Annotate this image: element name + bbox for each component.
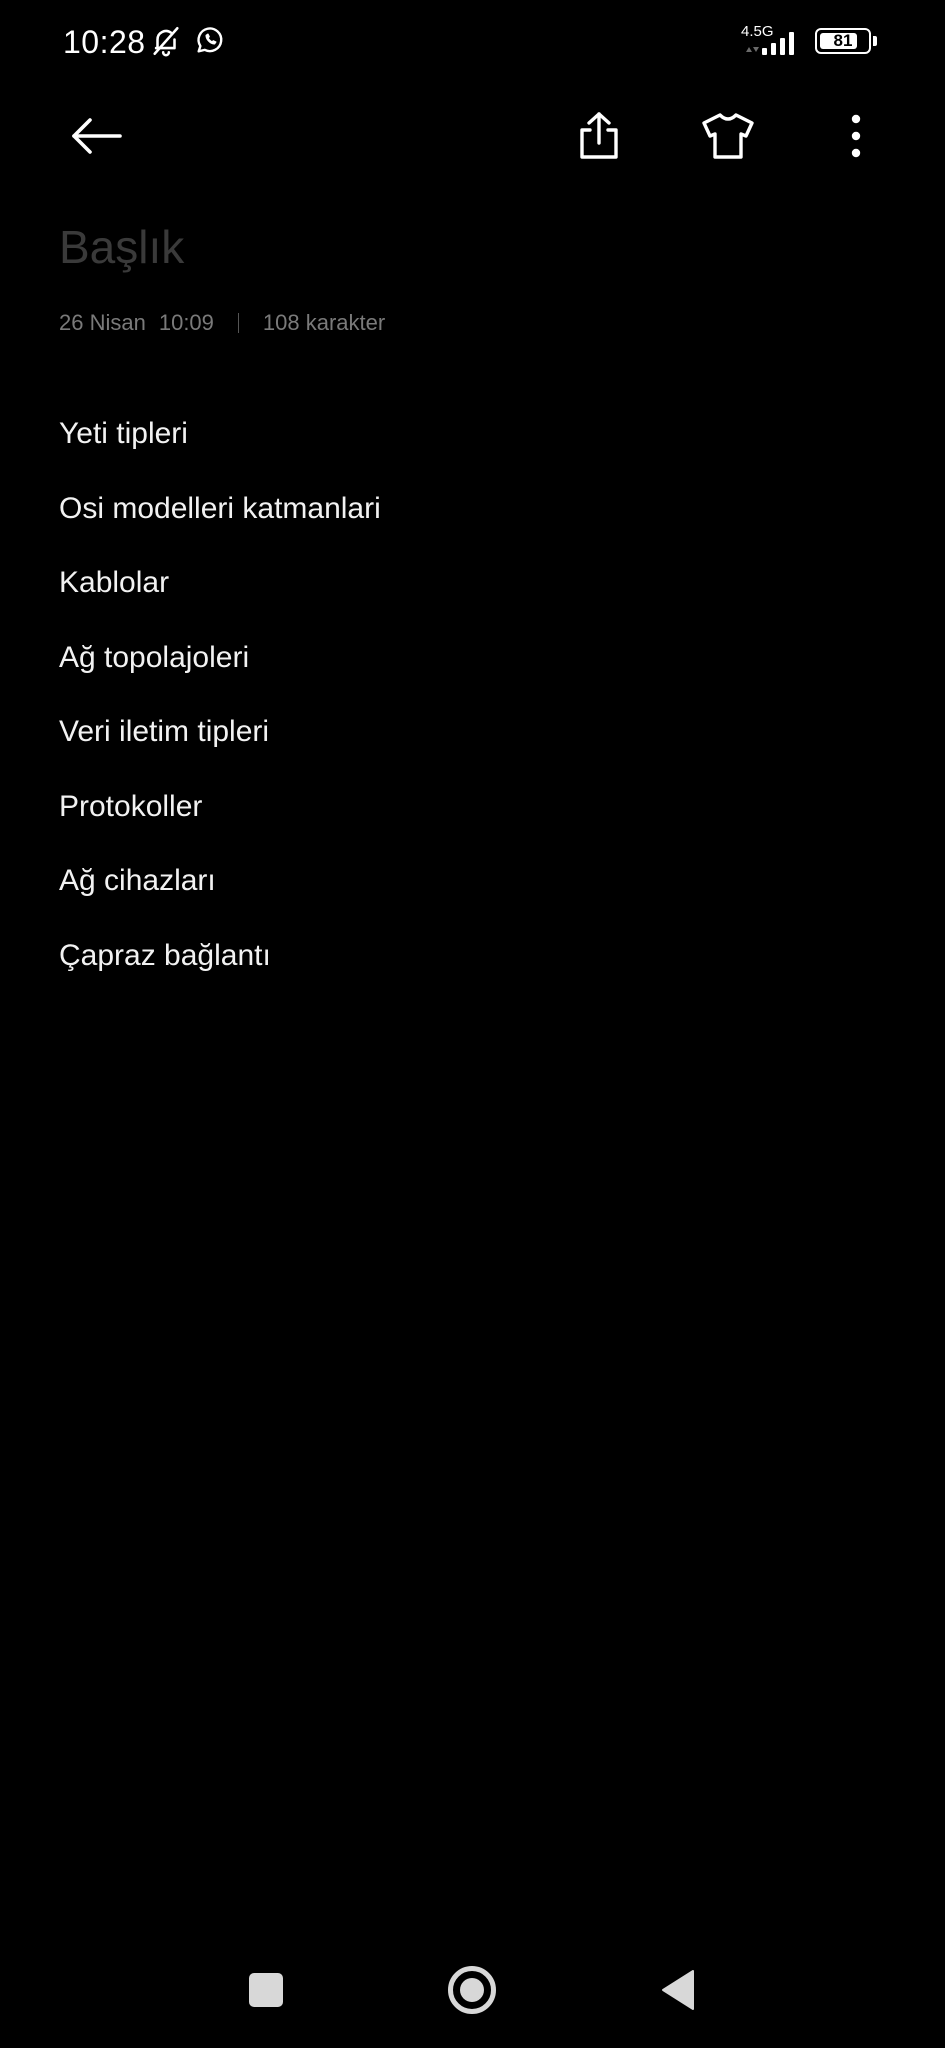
status-time: 10:28 [63,24,146,60]
nav-home-button[interactable] [427,1945,517,2035]
note-meta: 26 Nisan 10:09 108 karakter [59,310,385,336]
note-line[interactable]: Osi modelleri katmanlari [59,485,889,560]
battery-level: 81 [833,31,853,50]
status-bar: 10:28 4.5G 81 [0,0,945,86]
nav-back-button[interactable] [633,1945,723,2035]
back-button[interactable] [57,96,137,176]
battery-cap [873,36,877,46]
more-options-button[interactable] [816,96,896,176]
signal-icon [744,30,806,61]
back-triangle-icon [662,1970,694,2010]
home-circle-icon [448,1966,496,2014]
meta-divider [237,313,239,333]
battery-icon: 81 [815,28,871,54]
note-date: 26 Nisan [59,310,146,335]
note-line[interactable]: Veri iletim tipleri [59,708,889,783]
recents-square-icon [249,1973,283,2007]
tshirt-icon [702,113,754,159]
character-count: 108 karakter [262,310,386,335]
note-line[interactable]: Kablolar [59,559,889,634]
share-button[interactable] [559,96,639,176]
theme-button[interactable] [688,96,768,176]
note-body-editor[interactable]: Yeti tipleri Osi modelleri katmanlari Ka… [59,410,889,1006]
note-title-input[interactable]: Başlık [59,220,184,274]
arrow-left-icon [72,118,122,154]
note-line[interactable]: Ağ topolajoleri [59,634,889,709]
more-vertical-icon [851,114,861,158]
note-line[interactable]: Protokoller [59,783,889,858]
note-time: 10:09 [158,310,214,335]
note-line[interactable]: Yeti tipleri [59,410,889,485]
note-line[interactable]: Ağ cihazları [59,857,889,932]
nav-recents-button[interactable] [221,1945,311,2035]
whatsapp-icon [194,24,226,61]
share-icon [580,112,618,159]
bell-off-icon [149,24,183,63]
note-line[interactable]: Çapraz bağlantı [59,932,889,1007]
